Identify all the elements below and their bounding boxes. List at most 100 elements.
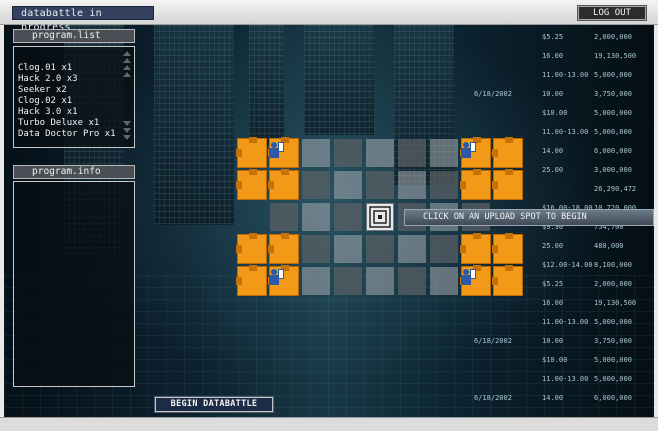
program-item[interactable]: Seeker x2 bbox=[18, 85, 67, 96]
grid-cell bbox=[302, 171, 330, 199]
ticker-cell: 10.00 bbox=[542, 337, 564, 345]
upload-spot[interactable] bbox=[236, 265, 267, 296]
title-bar: databattle in progress LOG OUT bbox=[0, 0, 658, 33]
ticker-cell: 2,000,000 bbox=[594, 280, 632, 288]
grid-cell bbox=[302, 267, 330, 295]
ticker-cell: 5,000,000 bbox=[594, 356, 632, 364]
scroll-up-icon[interactable] bbox=[123, 51, 131, 56]
ticker-cell: 3,750,000 bbox=[594, 90, 632, 98]
program-item[interactable]: Hack 3.0 x1 bbox=[18, 107, 78, 118]
grid-cell bbox=[334, 267, 362, 295]
program-item[interactable]: Hack 2.0 x3 bbox=[18, 74, 78, 85]
upload-spot[interactable] bbox=[492, 233, 523, 264]
grid-cell bbox=[430, 267, 458, 295]
grid-cell bbox=[270, 203, 298, 231]
ticker-cell: 11.00-13.00 bbox=[542, 71, 589, 79]
status-bar bbox=[0, 417, 658, 431]
grid-cell bbox=[334, 171, 362, 199]
scroll-up-icon[interactable] bbox=[123, 65, 131, 70]
upload-spot[interactable] bbox=[236, 233, 267, 264]
ticker-row: 6/18/2002 10.00 3,750,000 bbox=[474, 337, 654, 347]
ticker-row: $5.25 2,000,000 bbox=[474, 33, 654, 43]
program-item[interactable]: Clog.01 x1 bbox=[18, 63, 72, 74]
grid-cell bbox=[398, 235, 426, 263]
grid-cell bbox=[302, 139, 330, 167]
ticker-row: 6/18/2002 14.00 6,000,000 bbox=[474, 394, 654, 404]
grid-cell bbox=[398, 139, 426, 167]
background-tower bbox=[304, 25, 374, 135]
ticker-cell: 2,000,000 bbox=[594, 33, 632, 41]
ticker-row: 11.00-13.00 5,000,000 bbox=[474, 318, 654, 328]
hint-message: CLICK ON AN UPLOAD SPOT TO BEGIN bbox=[404, 209, 654, 226]
program-item[interactable]: Clog.02 x1 bbox=[18, 96, 72, 107]
ticker-cell: 5,000,000 bbox=[594, 109, 632, 117]
user-upload-icon bbox=[268, 268, 284, 288]
ticker-row: $10.00 5,000,000 bbox=[474, 356, 654, 366]
ticker-cell: 11.00-13.00 bbox=[542, 375, 589, 383]
upload-spot[interactable] bbox=[236, 169, 267, 200]
ticker-cell: $12.00-14.00 bbox=[542, 261, 593, 269]
upload-spot[interactable] bbox=[268, 169, 299, 200]
program-item[interactable]: Turbo Deluxe x1 bbox=[18, 118, 99, 129]
grid-cell bbox=[398, 171, 426, 199]
grid-cell bbox=[430, 235, 458, 263]
grid-cell bbox=[366, 267, 394, 295]
ticker-cell: 3,750,000 bbox=[594, 337, 632, 345]
ticker-row: 6/18/2002 10.00 3,750,000 bbox=[474, 90, 654, 100]
ticker-cell: 25.00 bbox=[542, 166, 564, 174]
grid-cell bbox=[366, 139, 394, 167]
program-list-scrollbar[interactable] bbox=[122, 49, 132, 145]
ticker-cell: 14.00 bbox=[542, 394, 564, 402]
ticker-cell: 19,130,500 bbox=[594, 299, 637, 307]
ticker-cell: 5,000,000 bbox=[594, 318, 632, 326]
game-window: $5.25 2,000,000 16.00 19,130,500 11.00-13.00… bbox=[0, 0, 658, 431]
ticker-cell: 11.00-13.00 bbox=[542, 318, 589, 326]
ticker-cell: 14.00 bbox=[542, 147, 564, 155]
user-upload-icon bbox=[460, 141, 476, 161]
ticker-row: 11.00-13.00 5,000,000 bbox=[474, 128, 654, 138]
scroll-up-icon[interactable] bbox=[123, 72, 131, 77]
program-list[interactable]: Clog.01 x1 Hack 2.0 x3 Seeker x2 Clog.02… bbox=[13, 46, 135, 148]
ticker-cell: 8,100,000 bbox=[594, 261, 632, 269]
upload-spot[interactable] bbox=[460, 233, 491, 264]
ticker-cell: 19,130,500 bbox=[594, 52, 637, 60]
upload-spot[interactable] bbox=[268, 233, 299, 264]
ticker-cell: 16.00 bbox=[542, 52, 564, 60]
upload-spot[interactable] bbox=[492, 265, 523, 296]
ticker-cell: $10.00 bbox=[542, 109, 568, 117]
program-list-header: program.list bbox=[13, 29, 135, 43]
grid-cell bbox=[334, 235, 362, 263]
ticker-row: $10.00 5,000,000 bbox=[474, 109, 654, 119]
window-title: databattle in progress bbox=[12, 6, 154, 33]
ticker-cell: 25.00 bbox=[542, 242, 564, 250]
upload-spot[interactable] bbox=[492, 137, 523, 168]
grid-cell bbox=[430, 171, 458, 199]
ticker-cell: 11.00-13.00 bbox=[542, 128, 589, 136]
ticker-cell: 5,000,000 bbox=[594, 128, 632, 136]
begin-databattle-button[interactable]: BEGIN DATABATTLE bbox=[154, 396, 274, 413]
scroll-down-icon[interactable] bbox=[123, 121, 131, 126]
grid-cell bbox=[430, 139, 458, 167]
upload-spot[interactable] bbox=[492, 169, 523, 200]
grid-cell bbox=[334, 139, 362, 167]
ticker-cell: 5,000,000 bbox=[594, 375, 632, 383]
ticker-cell: 3,000,000 bbox=[594, 166, 632, 174]
scroll-down-icon[interactable] bbox=[123, 135, 131, 140]
scroll-up-icon[interactable] bbox=[123, 58, 131, 63]
program-info-header: program.info bbox=[13, 165, 135, 179]
background-tower bbox=[249, 25, 284, 145]
data-core-icon bbox=[366, 203, 394, 231]
ticker-row: 11.00-13.00 5,000,000 bbox=[474, 71, 654, 81]
upload-spot[interactable] bbox=[460, 169, 491, 200]
ticker-row: 16.00 19,130,500 bbox=[474, 299, 654, 309]
grid-cell bbox=[366, 171, 394, 199]
ticker-cell: $5.25 bbox=[542, 280, 564, 288]
grid-cell bbox=[366, 235, 394, 263]
program-item[interactable]: Data Doctor Pro x1 bbox=[18, 129, 116, 140]
ticker-cell: 6/18/2002 bbox=[474, 337, 512, 345]
scroll-down-icon[interactable] bbox=[123, 128, 131, 133]
ticker-cell: 6,000,000 bbox=[594, 147, 632, 155]
upload-spot[interactable] bbox=[236, 137, 267, 168]
logout-button[interactable]: LOG OUT bbox=[577, 5, 647, 21]
ticker-cell: 26,290,472 bbox=[594, 185, 637, 193]
